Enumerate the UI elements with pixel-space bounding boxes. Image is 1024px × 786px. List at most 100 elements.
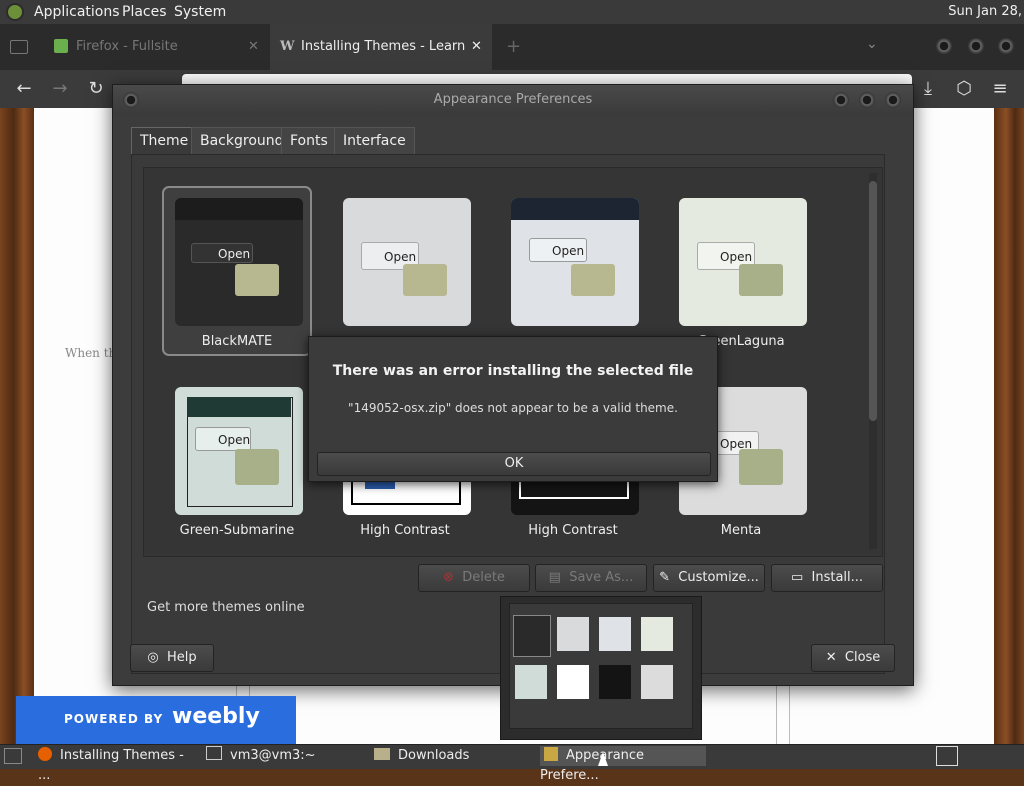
folder-icon: [374, 748, 390, 760]
error-title: There was an error installing the select…: [332, 363, 694, 379]
folder-icon: [571, 264, 615, 296]
close-icon: ✕: [825, 650, 837, 665]
list-tabs-icon[interactable]: ⌄: [866, 36, 878, 52]
install-label: Install...: [811, 570, 864, 585]
task-label: Downloads: [398, 748, 470, 763]
tab-theme[interactable]: Theme: [131, 127, 198, 155]
page-wood-right: [994, 108, 1024, 744]
delete-label: Delete: [462, 570, 505, 585]
menu-places[interactable]: Places: [122, 0, 167, 24]
folder-icon: [739, 264, 783, 296]
customize-icon: ✎: [659, 570, 670, 585]
customize-label: Customize...: [678, 570, 759, 585]
get-more-themes-link[interactable]: Get more themes online: [147, 600, 305, 615]
forward-arrow-icon[interactable]: →: [50, 79, 70, 99]
folder-icon: [739, 449, 783, 485]
folder-icon: ▭: [790, 570, 804, 585]
thumb-open-button: Open: [529, 238, 587, 262]
downloads-icon[interactable]: ⤓: [918, 79, 938, 99]
theme-thumb[interactable]: Open: [343, 198, 471, 326]
close-label: Close: [844, 650, 881, 665]
task-terminal[interactable]: vm3@vm3:~: [206, 746, 366, 766]
scrollbar-track[interactable]: [869, 173, 877, 549]
maximize-icon[interactable]: [859, 92, 875, 108]
task-firefox[interactable]: Installing Themes - ...: [38, 746, 200, 783]
maximize-icon[interactable]: [968, 38, 984, 54]
minimize-icon[interactable]: [833, 92, 849, 108]
weebly-badge[interactable]: POWERED BY weebly: [16, 696, 296, 744]
page-wood-left: [0, 108, 34, 744]
theme-label: High Contrast: [360, 523, 450, 538]
page-text-fragment: When th: [65, 346, 117, 360]
folder-icon: [235, 449, 279, 485]
delete-icon: ⊗: [443, 570, 454, 585]
terminal-icon: [206, 746, 222, 760]
weebly-logo: weebly: [172, 704, 260, 729]
tab-close-icon[interactable]: ✕: [471, 24, 482, 70]
theme-thumb-blackmate[interactable]: Open: [175, 198, 303, 326]
menu-hamburger-icon[interactable]: ≡: [990, 79, 1010, 99]
tab-label: Installing Themes - Learn Ul: [301, 39, 469, 54]
back-arrow-icon[interactable]: ←: [14, 79, 34, 99]
badge-prefix: POWERED BY: [64, 712, 164, 726]
firefox-icon: [38, 747, 52, 761]
help-button[interactable]: ◎ Help: [130, 644, 214, 672]
extensions-icon[interactable]: ⬡: [954, 79, 974, 99]
error-message: "149052-osx.zip" does not appear to be a…: [348, 401, 678, 415]
tab-fonts[interactable]: Fonts: [281, 127, 337, 154]
close-button[interactable]: ✕ Close: [811, 644, 895, 672]
theme-label: Menta: [720, 523, 762, 538]
reload-icon[interactable]: ↻: [86, 79, 106, 99]
save-icon: ▤: [548, 570, 561, 585]
delete-button[interactable]: ⊗ Delete: [418, 564, 530, 592]
thumb-open-button: Open: [191, 243, 253, 263]
task-appearance-preferences[interactable]: Appearance Prefere...: [540, 746, 706, 783]
task-label: Installing Themes - ...: [38, 748, 184, 783]
new-tab-button[interactable]: +: [506, 24, 521, 70]
tab-overview-icon[interactable]: [10, 40, 28, 54]
page-rule: [776, 684, 790, 744]
ok-button[interactable]: OK: [317, 452, 711, 476]
tab-interface[interactable]: Interface: [334, 127, 415, 154]
workspace-switcher[interactable]: [936, 746, 958, 766]
mate-logo-icon[interactable]: [6, 3, 24, 21]
task-downloads[interactable]: Downloads: [374, 746, 534, 766]
mouse-cursor-icon: [598, 752, 608, 766]
customize-button[interactable]: ✎ Customize...: [653, 564, 765, 592]
error-dialog: There was an error installing the select…: [308, 336, 718, 482]
theme-thumb[interactable]: Open: [511, 198, 639, 326]
close-icon[interactable]: [885, 92, 901, 108]
tab-label: Firefox - Fullsite: [76, 39, 178, 54]
tab-inactive[interactable]: Firefox - Fullsite ✕: [44, 24, 266, 70]
help-icon: ◎: [147, 650, 159, 665]
dialog-titlebar[interactable]: Appearance Preferences: [113, 85, 913, 115]
folder-icon: [235, 264, 279, 296]
theme-label: Green-Submarine: [179, 523, 295, 538]
appearance-icon: [544, 747, 558, 761]
scrollbar-thumb[interactable]: [869, 181, 877, 421]
window-preview-thumbnail[interactable]: [500, 596, 702, 740]
theme-label: BlackMATE: [201, 334, 273, 349]
close-window-icon[interactable]: [998, 38, 1014, 54]
show-desktop-icon[interactable]: [4, 748, 22, 764]
folder-icon: [403, 264, 447, 296]
tab-background[interactable]: Background: [191, 127, 293, 154]
tab-favicon: [54, 39, 68, 53]
minimize-icon[interactable]: [936, 38, 952, 54]
tab-active[interactable]: W Installing Themes - Learn Ul ✕: [270, 24, 492, 70]
theme-thumb-green-submarine[interactable]: Open: [175, 387, 303, 515]
theme-label: High Contrast: [528, 523, 618, 538]
save-as-label: Save As...: [569, 570, 634, 585]
tab-close-icon[interactable]: ✕: [248, 24, 259, 70]
thumb-open-button: Open: [195, 427, 251, 451]
save-as-button[interactable]: ▤ Save As...: [535, 564, 647, 592]
top-panel: Applications Places System Sun Jan 28, 0…: [0, 0, 1024, 43]
menu-applications[interactable]: Applications: [34, 0, 120, 24]
install-button[interactable]: ▭ Install...: [771, 564, 883, 592]
dialog-title: Appearance Preferences: [433, 92, 593, 107]
task-label: vm3@vm3:~: [230, 748, 316, 763]
help-label: Help: [166, 650, 197, 665]
menu-system[interactable]: System: [174, 0, 226, 24]
clock[interactable]: Sun Jan 28, 00:32: [912, 0, 1022, 43]
theme-thumb-greenlaguna[interactable]: Open: [679, 198, 807, 326]
